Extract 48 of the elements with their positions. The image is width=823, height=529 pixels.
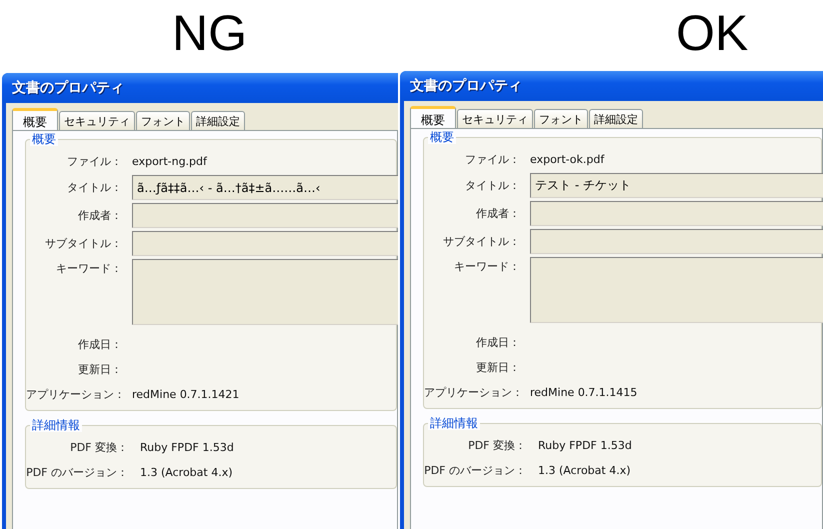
window-title: 文書のプロパティ (410, 77, 522, 95)
field-value: redMine 0.7.1.1415 (530, 386, 638, 398)
input-field[interactable] (530, 201, 823, 226)
field-value: export-ng.pdf (132, 154, 207, 168)
field-label: アプリケーション： (424, 384, 520, 400)
field-label: 更新日： (77, 362, 122, 376)
field-label: 作成者： (77, 208, 122, 223)
field-value: 1.3 (Acrobat 4.x) (538, 464, 631, 476)
group-legend: 詳細情報 (428, 416, 480, 430)
tab[interactable]: 詳細設定 (589, 109, 643, 128)
field-label: タイトル： (66, 180, 122, 195)
field-label: タイトル： (464, 178, 520, 193)
field-value: 1.3 (Acrobat 4.x) (140, 466, 233, 478)
field-value: Ruby FPDF 1.53d (140, 440, 234, 454)
tab[interactable]: フォント (534, 109, 588, 128)
group-legend: 概要 (30, 132, 58, 146)
group-legend: 概要 (428, 130, 456, 144)
tab[interactable]: セキュリティ (59, 111, 135, 130)
field-label: PDF 変換： (467, 438, 526, 452)
tab[interactable]: フォント (136, 111, 190, 130)
field-label: ファイル： (464, 152, 520, 166)
tab[interactable]: 概要 (12, 108, 58, 130)
field-value: Ruby FPDF 1.53d (538, 438, 632, 452)
field-label: PDF 変換： (69, 440, 128, 454)
field-label: 更新日： (475, 360, 520, 374)
tab[interactable]: 概要 (410, 106, 456, 128)
field-label: 作成日： (77, 336, 122, 352)
field-value: redMine 0.7.1.1421 (132, 388, 240, 400)
field-label: PDF のバージョン： (26, 464, 128, 480)
tab[interactable]: セキュリティ (457, 109, 533, 128)
tab[interactable]: 詳細設定 (191, 111, 245, 130)
group-legend: 詳細情報 (30, 418, 82, 432)
panel-heading: NG (172, 8, 247, 58)
field-label: キーワード： (453, 259, 520, 274)
field-value: export-ok.pdf (530, 152, 604, 166)
input-field[interactable]: テスト - チケット (530, 173, 823, 198)
field-label: PDF のバージョン： (424, 462, 526, 478)
field-label: サブタイトル： (442, 234, 520, 249)
window-title: 文書のプロパティ (12, 79, 124, 97)
field-label: 作成日： (475, 334, 520, 350)
field-label: キーワード： (55, 261, 122, 276)
input-field[interactable] (530, 229, 823, 254)
input-field[interactable]: ã…ƒã‡‡ã…‹ - ã…†ã‡±ã……ã…‹ (132, 175, 398, 200)
field-label: アプリケーション： (26, 386, 122, 402)
panel-heading: OK (676, 8, 748, 58)
field-label: サブタイトル： (44, 236, 122, 251)
field-label: ファイル： (66, 154, 122, 168)
field-label: 作成者： (475, 206, 520, 221)
